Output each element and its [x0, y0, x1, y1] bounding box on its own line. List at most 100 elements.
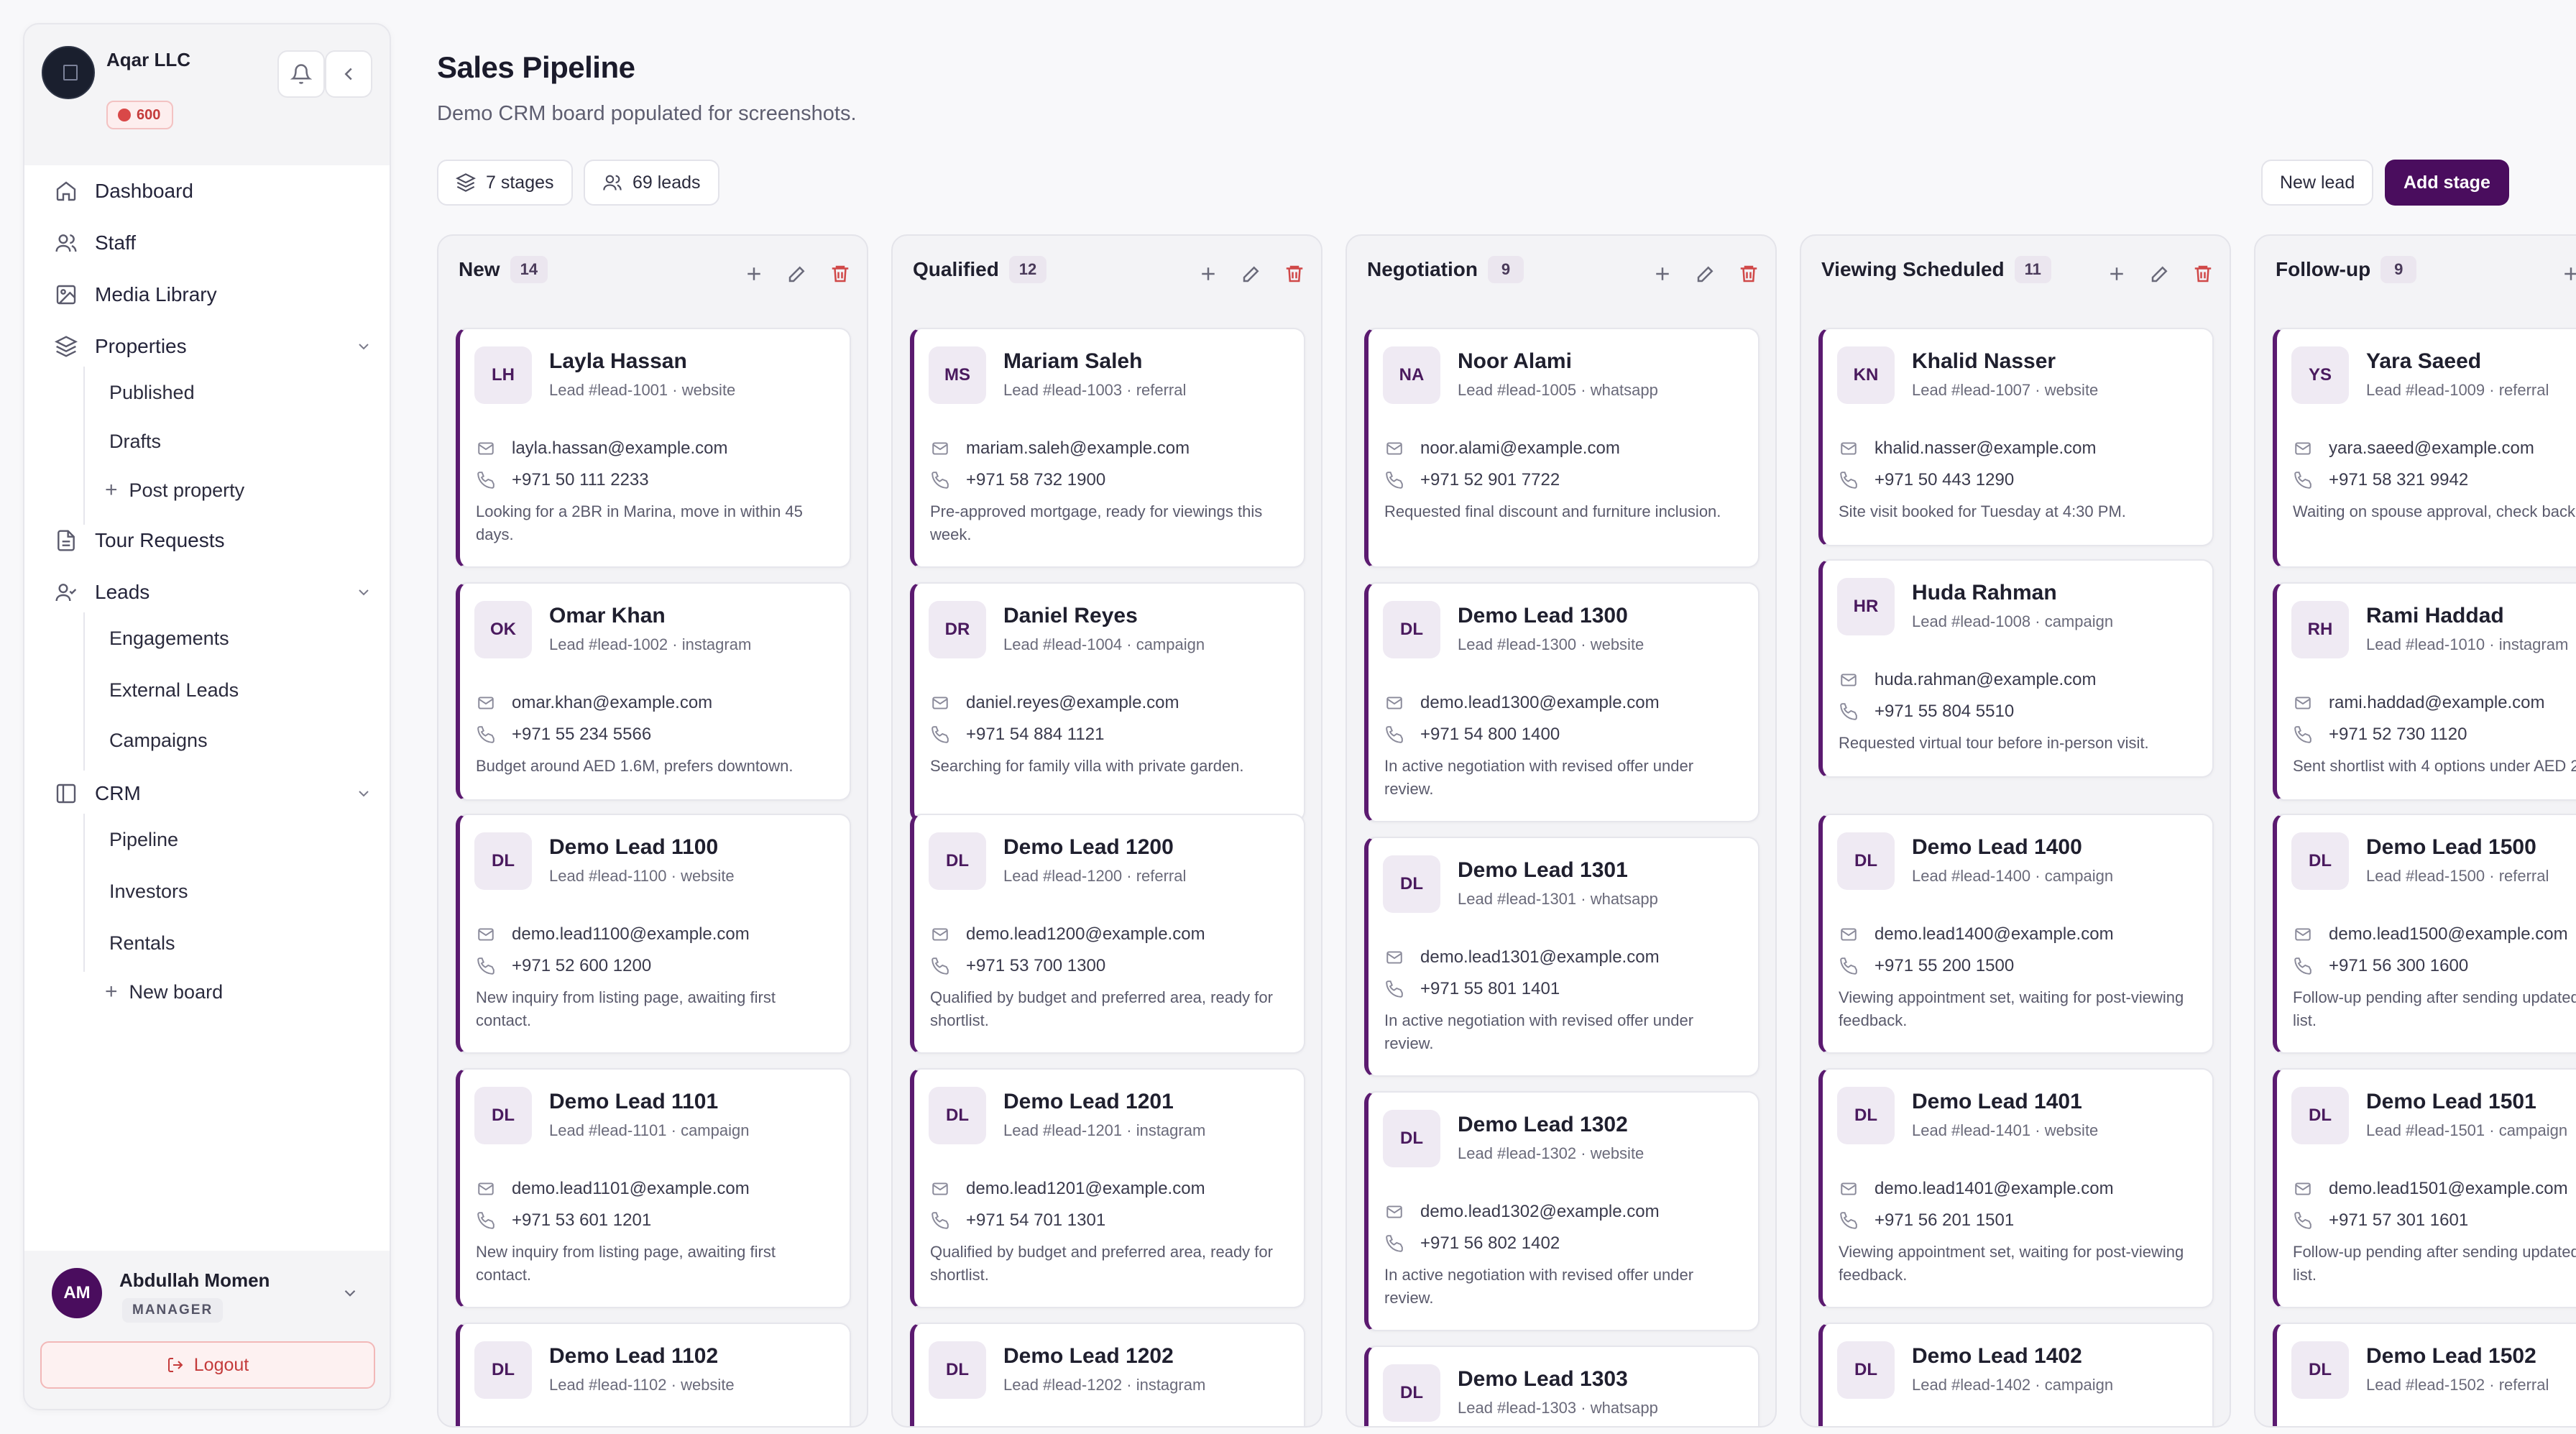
lead-card[interactable]: DL Demo Lead 1300 Lead #lead-1300 · websit…	[1364, 582, 1760, 822]
credits-badge[interactable]: 600	[106, 101, 174, 129]
delete-stage-button[interactable]	[828, 262, 852, 286]
lead-card[interactable]: DL Demo Lead 1401 Lead #lead-1401 · websit…	[1818, 1068, 2214, 1308]
nav-post-property[interactable]: + Post property	[105, 472, 244, 509]
nav-staff[interactable]: Staff	[53, 223, 136, 263]
lead-card[interactable]: KN Khalid Nasser Lead #lead-1007 · website…	[1818, 328, 2214, 546]
lead-phone[interactable]: +971 56 201 1501	[1874, 1210, 2014, 1231]
avatar[interactable]: AM	[52, 1268, 102, 1318]
lead-phone[interactable]: +971 50 443 1290	[1874, 470, 2014, 490]
lead-phone[interactable]: +971 52 901 7722	[1420, 470, 1560, 490]
lead-email[interactable]: demo.lead1400@example.com	[1874, 924, 2114, 944]
lead-phone[interactable]: +971 55 804 5510	[1874, 702, 2014, 722]
lead-card[interactable]: DL Demo Lead 1301 Lead #lead-1301 · whatsa…	[1364, 837, 1760, 1077]
lead-card[interactable]: DL Demo Lead 1400 Lead #lead-1400 · campai…	[1818, 814, 2214, 1054]
add-card-button[interactable]	[1650, 262, 1675, 286]
lead-email[interactable]: demo.lead1302@example.com	[1420, 1202, 1660, 1222]
nav-pipeline[interactable]: Pipeline	[109, 821, 178, 858]
lead-phone[interactable]: +971 56 802 1402	[1420, 1233, 1560, 1254]
lead-email[interactable]: huda.rahman@example.com	[1874, 670, 2097, 690]
lead-phone[interactable]: +971 56 300 1600	[2329, 956, 2468, 976]
lead-phone[interactable]: +971 55 801 1401	[1420, 979, 1560, 999]
delete-stage-button[interactable]	[2191, 262, 2215, 286]
lead-email[interactable]: khalid.nasser@example.com	[1874, 438, 2097, 459]
lead-phone[interactable]: +971 54 800 1400	[1420, 725, 1560, 745]
lead-card[interactable]: DL Demo Lead 1202 Lead #lead-1202 · instag…	[910, 1323, 1305, 1426]
lead-email[interactable]: omar.khan@example.com	[512, 693, 712, 713]
logout-button[interactable]: Logout	[40, 1341, 375, 1389]
nav-tour-requests[interactable]: Tour Requests	[53, 520, 225, 561]
notifications-button[interactable]	[277, 50, 325, 98]
collapse-sidebar-button[interactable]	[325, 50, 372, 98]
nav-rentals[interactable]: Rentals	[109, 924, 175, 962]
delete-stage-button[interactable]	[1282, 262, 1307, 286]
add-card-button[interactable]	[1196, 262, 1220, 286]
lead-email[interactable]: demo.lead1200@example.com	[966, 924, 1205, 944]
lead-email[interactable]: demo.lead1501@example.com	[2329, 1179, 2568, 1199]
nav-new-board[interactable]: + New board	[105, 973, 223, 1011]
add-stage-button[interactable]: Add stage	[2385, 160, 2509, 206]
lead-card[interactable]: DL Demo Lead 1303 Lead #lead-1303 · whatsa…	[1364, 1346, 1760, 1426]
lead-card[interactable]: RH Rami Haddad Lead #lead-1010 · instagram…	[2273, 582, 2576, 801]
lead-email[interactable]: demo.lead1300@example.com	[1420, 693, 1660, 713]
lead-card[interactable]: DL Demo Lead 1102 Lead #lead-1102 · websit…	[456, 1323, 851, 1426]
lead-email[interactable]: demo.lead1500@example.com	[2329, 924, 2568, 944]
nav-dashboard[interactable]: Dashboard	[53, 171, 193, 211]
nav-investors[interactable]: Investors	[109, 873, 188, 910]
lead-card[interactable]: DL Demo Lead 1302 Lead #lead-1302 · websit…	[1364, 1091, 1760, 1331]
lead-email[interactable]: demo.lead1401@example.com	[1874, 1179, 2114, 1199]
lead-card[interactable]: NA Noor Alami Lead #lead-1005 · whatsapp no…	[1364, 328, 1760, 568]
new-lead-button[interactable]: New lead	[2261, 160, 2374, 206]
delete-stage-button[interactable]	[1736, 262, 1761, 286]
lead-card[interactable]: DL Demo Lead 1101 Lead #lead-1101 · campai…	[456, 1068, 851, 1308]
lead-phone[interactable]: +971 58 732 1900	[966, 470, 1105, 490]
lead-card[interactable]: MS Mariam Saleh Lead #lead-1003 · referral…	[910, 328, 1305, 568]
edit-stage-button[interactable]	[1693, 262, 1718, 286]
lead-card[interactable]: DL Demo Lead 1201 Lead #lead-1201 · instag…	[910, 1068, 1305, 1308]
nav-published[interactable]: Published	[109, 374, 195, 411]
nav-media-library[interactable]: Media Library	[53, 275, 217, 315]
chevron-down-icon[interactable]	[341, 1284, 359, 1302]
add-card-button[interactable]	[2104, 262, 2129, 286]
lead-phone[interactable]: +971 53 700 1300	[966, 956, 1105, 976]
lead-card[interactable]: DR Daniel Reyes Lead #lead-1004 · campaign…	[910, 582, 1305, 822]
lead-phone[interactable]: +971 55 200 1500	[1874, 956, 2014, 976]
lead-card[interactable]: HR Huda Rahman Lead #lead-1008 · campaign h…	[1818, 559, 2214, 778]
lead-phone[interactable]: +971 53 601 1201	[512, 1210, 651, 1231]
lead-email[interactable]: demo.lead1100@example.com	[512, 924, 750, 944]
lead-email[interactable]: rami.haddad@example.com	[2329, 693, 2545, 713]
edit-stage-button[interactable]	[2148, 262, 2172, 286]
add-card-button[interactable]	[742, 262, 766, 286]
lead-phone[interactable]: +971 58 321 9942	[2329, 470, 2468, 490]
lead-email[interactable]: daniel.reyes@example.com	[966, 693, 1179, 713]
lead-phone[interactable]: +971 52 730 1120	[2329, 725, 2467, 745]
lead-card[interactable]: DL Demo Lead 1501 Lead #lead-1501 · campai…	[2273, 1068, 2576, 1308]
lead-email[interactable]: demo.lead1101@example.com	[512, 1179, 750, 1199]
lead-card[interactable]: DL Demo Lead 1502 Lead #lead-1502 · referr…	[2273, 1323, 2576, 1426]
lead-phone[interactable]: +971 50 111 2233	[512, 470, 649, 490]
lead-phone[interactable]: +971 54 701 1301	[966, 1210, 1105, 1231]
nav-leads[interactable]: Leads	[53, 572, 369, 612]
lead-phone[interactable]: +971 54 884 1121	[966, 725, 1104, 745]
org-logo[interactable]	[42, 46, 95, 99]
lead-card[interactable]: LH Layla Hassan Lead #lead-1001 · website l…	[456, 328, 851, 568]
edit-stage-button[interactable]	[785, 262, 809, 286]
add-card-button[interactable]	[2559, 262, 2576, 286]
lead-phone[interactable]: +971 55 234 5566	[512, 725, 651, 745]
nav-properties[interactable]: Properties	[53, 326, 369, 367]
lead-phone[interactable]: +971 57 301 1601	[2329, 1210, 2468, 1231]
lead-card[interactable]: YS Yara Saeed Lead #lead-1009 · referral ya…	[2273, 328, 2576, 568]
nav-engagements[interactable]: Engagements	[109, 620, 229, 657]
lead-email[interactable]: mariam.saleh@example.com	[966, 438, 1190, 459]
lead-email[interactable]: demo.lead1201@example.com	[966, 1179, 1205, 1199]
lead-card[interactable]: DL Demo Lead 1100 Lead #lead-1100 · websit…	[456, 814, 851, 1054]
lead-phone[interactable]: +971 52 600 1200	[512, 956, 651, 976]
nav-external-leads[interactable]: External Leads	[109, 671, 239, 709]
lead-email[interactable]: yara.saeed@example.com	[2329, 438, 2534, 459]
lead-card[interactable]: DL Demo Lead 1500 Lead #lead-1500 · referr…	[2273, 814, 2576, 1054]
lead-card[interactable]: DL Demo Lead 1200 Lead #lead-1200 · referr…	[910, 814, 1305, 1054]
lead-card[interactable]: OK Omar Khan Lead #lead-1002 · instagram om…	[456, 582, 851, 801]
nav-crm[interactable]: CRM	[53, 773, 369, 814]
nav-drafts[interactable]: Drafts	[109, 423, 161, 460]
edit-stage-button[interactable]	[1239, 262, 1264, 286]
lead-email[interactable]: noor.alami@example.com	[1420, 438, 1620, 459]
